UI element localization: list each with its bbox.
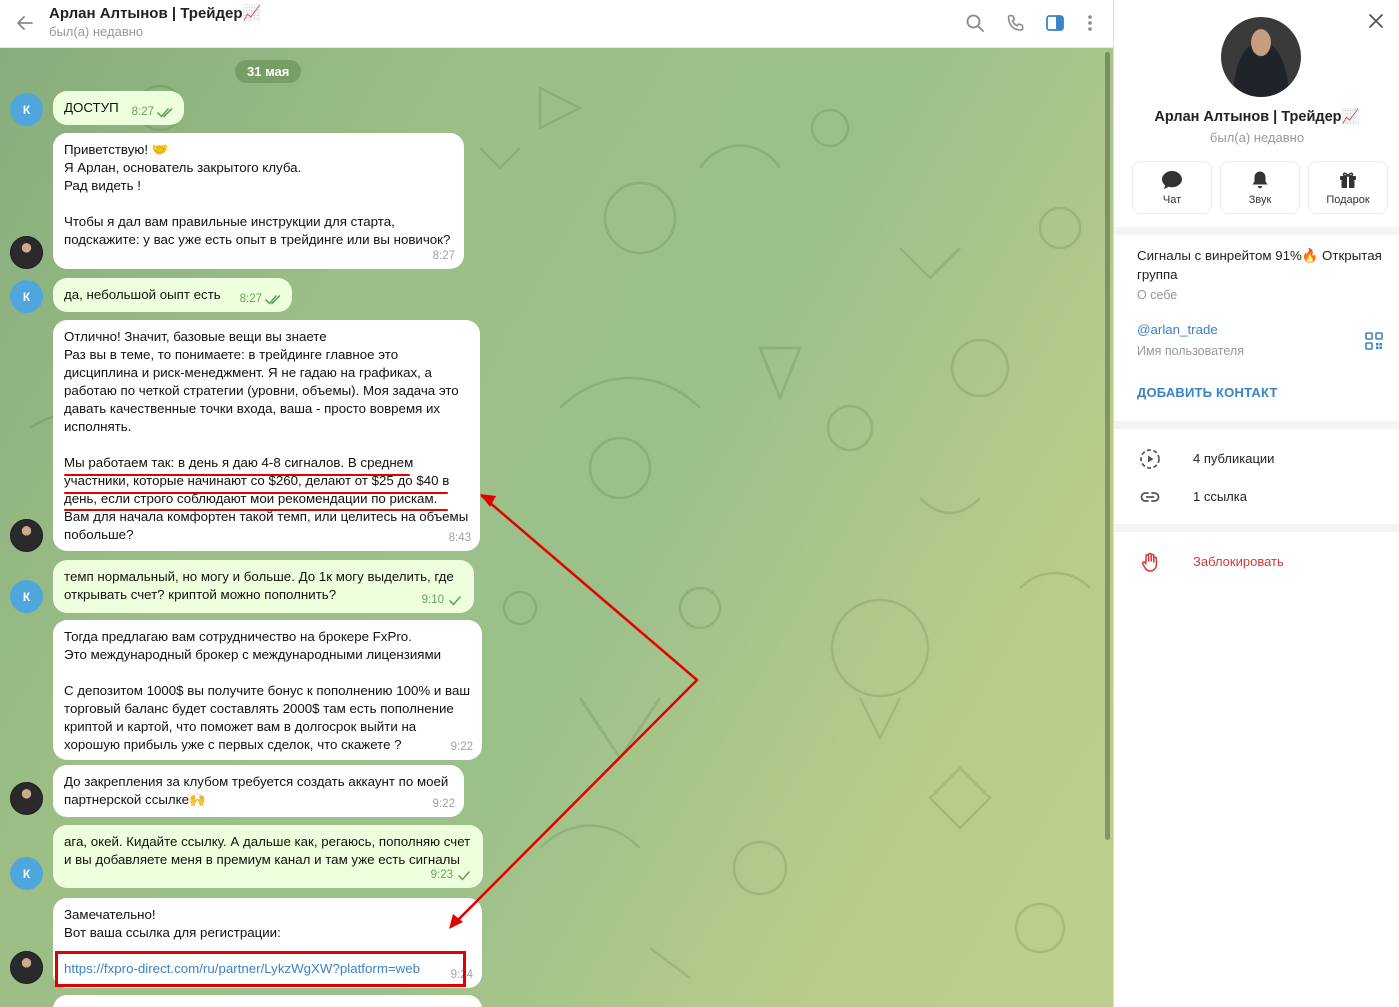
avatar[interactable]: К <box>10 580 43 613</box>
profile-name: Арлан Алтынов | Трейдер📈 <box>1154 109 1360 125</box>
chat-bubble-icon <box>1162 171 1182 189</box>
sidebar-toggle-icon[interactable] <box>1041 9 1069 37</box>
annotation-underline <box>64 474 410 476</box>
message-bubble: темп нормальный, но могу и больше. До 1к… <box>53 560 474 613</box>
chat-action-button[interactable]: Чат <box>1133 162 1211 213</box>
username-link[interactable]: @arlan_trade <box>1137 322 1218 337</box>
profile-panel: Арлан Алтынов | Трейдер📈 был(а) недавно … <box>1113 0 1399 1007</box>
hand-stop-icon <box>1141 552 1158 572</box>
message-time: 8:43 <box>448 532 471 544</box>
profile-status: был(а) недавно <box>1209 130 1305 145</box>
chat-status: был(а) недавно <box>49 24 144 39</box>
chat-scrollbar[interactable] <box>1105 52 1110 840</box>
avatar[interactable] <box>10 951 43 984</box>
chat-header: Арлан Алтынов | Трейдер📈 был(а) недавно <box>0 0 1113 48</box>
about-label: О себе <box>1137 288 1178 302</box>
sound-action-button[interactable]: Звук <box>1221 162 1299 213</box>
message-bubble <box>53 995 482 1007</box>
avatar[interactable]: К <box>10 93 43 126</box>
double-check-icon <box>157 107 173 118</box>
stories-icon <box>1140 449 1160 469</box>
section-divider <box>1114 524 1399 532</box>
avatar[interactable]: К <box>10 857 43 890</box>
double-check-icon <box>265 294 281 305</box>
search-icon[interactable] <box>961 9 989 37</box>
block-user-row[interactable]: Заблокировать <box>1114 543 1399 579</box>
message-meta: 8:43 <box>449 529 471 547</box>
message-bubble: Приветствую! 🤝 Я Арлан, основатель закры… <box>53 133 464 269</box>
phone-icon[interactable] <box>1002 9 1030 37</box>
message-time: 9:22 <box>450 741 473 753</box>
back-arrow-icon[interactable] <box>10 8 40 38</box>
message-bubble: Тогда предлагаю вам сотрудничество на бр… <box>53 620 482 760</box>
chat-area: Арлан Алтынов | Трейдер📈 был(а) недавно <box>0 0 1113 1007</box>
avatar[interactable] <box>10 236 43 269</box>
profile-photo[interactable] <box>1221 17 1301 97</box>
links-row[interactable]: 1 ссылка <box>1114 478 1399 514</box>
message-bubble: ага, окей. Кидайте ссылку. А дальше как,… <box>53 825 483 888</box>
message-meta: 9:22 <box>451 738 473 756</box>
publications-text: 4 публикации <box>1193 450 1275 466</box>
check-icon <box>449 595 461 606</box>
action-label: Чат <box>1162 194 1182 206</box>
username-label: Имя пользователя <box>1137 344 1244 358</box>
publications-row[interactable]: 4 публикации <box>1114 440 1399 476</box>
message-text: Приветствую! 🤝 Я Арлан, основатель закры… <box>64 142 451 247</box>
message-time: 8:27 <box>239 293 262 305</box>
message-time: 8:27 <box>432 250 455 262</box>
message-bubble: да, небольшой оыпт есть 8:27 <box>53 278 292 312</box>
action-label: Подарок <box>1326 194 1370 206</box>
message-time: 9:22 <box>432 798 455 810</box>
qr-code-icon[interactable] <box>1365 332 1383 350</box>
link-icon <box>1140 492 1160 502</box>
message-meta: 8:27 <box>132 103 175 121</box>
chat-title[interactable]: Арлан Алтынов | Трейдер📈 <box>49 4 261 22</box>
avatar[interactable] <box>10 782 43 815</box>
message-text: Тогда предлагаю вам сотрудничество на бр… <box>64 629 471 752</box>
section-divider <box>1114 421 1399 429</box>
avatar[interactable]: К <box>10 280 43 313</box>
message-text: темп нормальный, но могу и больше. До 1к… <box>64 569 454 602</box>
section-divider <box>1114 227 1399 235</box>
block-text: Заблокировать <box>1193 553 1284 569</box>
message-time: 9:23 <box>430 869 453 881</box>
gift-action-button[interactable]: Подарок <box>1309 162 1387 213</box>
message-meta: 8:27 <box>240 290 283 308</box>
message-text: ага, окей. Кидайте ссылку. А дальше как,… <box>64 834 471 867</box>
message-bubble: До закрепления за клубом требуется созда… <box>53 765 464 817</box>
action-label: Звук <box>1248 194 1272 206</box>
add-contact-button[interactable]: ДОБАВИТЬ КОНТАКТ <box>1137 385 1278 400</box>
links-text: 1 ссылка <box>1193 488 1247 504</box>
about-text: Сигналы с винрейтом 91%🔥 Открытая группа <box>1137 248 1382 282</box>
avatar[interactable] <box>10 519 43 552</box>
date-separator: 31 мая <box>235 60 302 83</box>
message-meta: 9:22 <box>433 795 455 813</box>
message-meta: 8:27 <box>433 247 455 265</box>
more-menu-icon[interactable] <box>1076 9 1104 37</box>
message-bubble: Отлично! Значит, базовые вещи вы знаете … <box>53 320 480 551</box>
message-text: Замечательно! Вот ваша ссылка для регист… <box>64 907 281 940</box>
annotation-underline <box>64 492 448 494</box>
annotation-underline <box>64 509 448 511</box>
message-time: 8:27 <box>131 106 154 118</box>
bell-icon <box>1252 171 1268 189</box>
message-meta: 9:10 <box>422 591 465 609</box>
gift-icon <box>1340 172 1356 188</box>
message-text: До закрепления за клубом требуется созда… <box>64 774 449 807</box>
close-icon[interactable] <box>1365 10 1387 32</box>
check-icon <box>458 870 470 881</box>
message-meta: 9:23 <box>431 866 474 884</box>
message-text: Отлично! Значит, базовые вещи вы знаете … <box>64 329 469 542</box>
message-bubble: ДОСТУП 8:27 <box>53 91 184 125</box>
annotation-box <box>55 951 466 987</box>
message-time: 9:10 <box>421 594 444 606</box>
